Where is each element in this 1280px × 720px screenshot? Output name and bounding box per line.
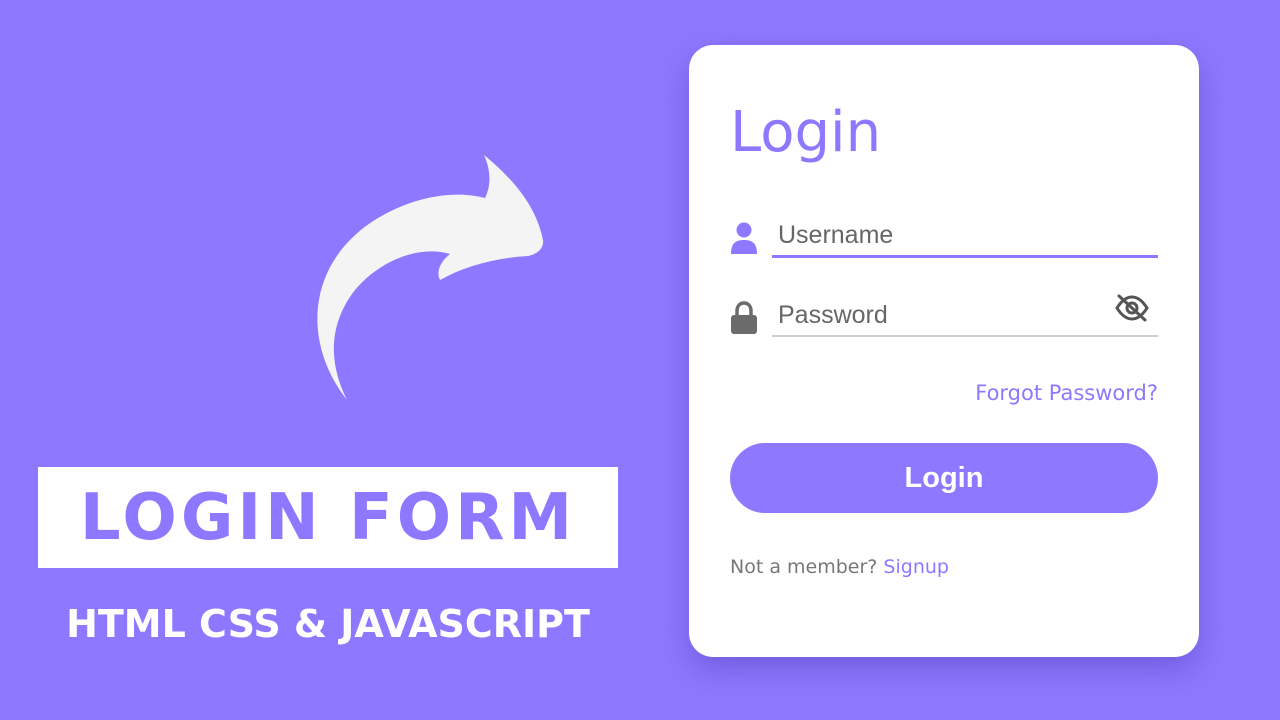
login-card: Login Forgot Password? Login Not a membe… bbox=[689, 45, 1199, 657]
banner-title-box: LOGIN FORM bbox=[38, 467, 618, 568]
banner-title: LOGIN FORM bbox=[79, 480, 577, 555]
user-icon bbox=[731, 222, 757, 254]
signup-link[interactable]: Signup bbox=[883, 556, 949, 578]
signup-row: Not a member? Signup bbox=[730, 556, 949, 578]
username-input[interactable] bbox=[772, 213, 1158, 257]
password-input[interactable] bbox=[772, 293, 1158, 337]
signup-prompt: Not a member? bbox=[730, 556, 878, 578]
login-title: Login bbox=[730, 100, 882, 165]
banner-subtitle: HTML CSS & JAVASCRIPT bbox=[66, 602, 590, 646]
lock-icon bbox=[731, 301, 757, 334]
password-underline bbox=[772, 335, 1158, 337]
curved-arrow-icon bbox=[317, 155, 544, 400]
password-field bbox=[730, 293, 1158, 343]
username-field bbox=[730, 213, 1158, 263]
forgot-password-link[interactable]: Forgot Password? bbox=[975, 381, 1158, 405]
username-underline bbox=[772, 255, 1158, 258]
login-button[interactable]: Login bbox=[730, 443, 1158, 513]
eye-slash-icon[interactable] bbox=[1114, 293, 1150, 323]
